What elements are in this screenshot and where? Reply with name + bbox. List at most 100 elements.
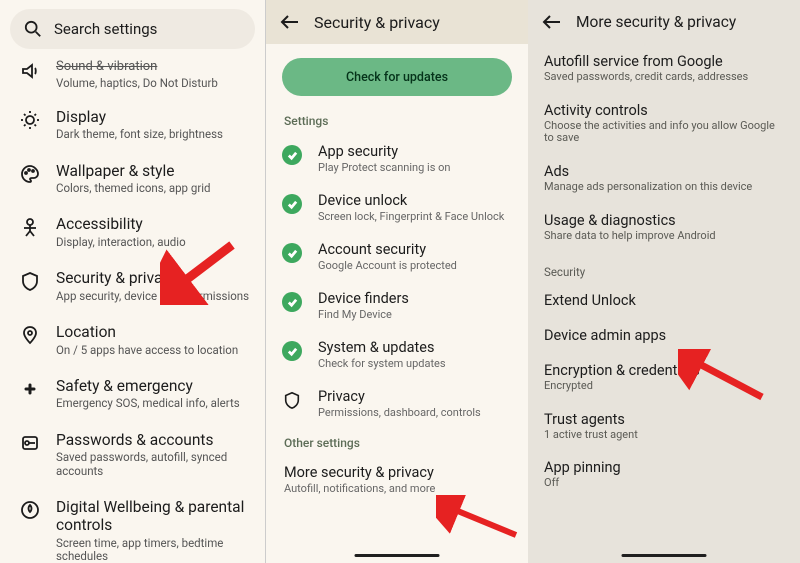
sidebar-item-display[interactable]: Display Dark theme, font size, brightnes… (0, 98, 265, 152)
item-title: Extend Unlock (544, 292, 784, 309)
location-icon (18, 323, 42, 357)
item-sub: Choose the activities and info you allow… (544, 120, 784, 145)
key-icon (18, 431, 42, 478)
item-sub: Emergency SOS, medical info, alerts (56, 397, 240, 410)
search-bar[interactable]: Search settings (10, 9, 255, 49)
item-sub: Screen lock, Fingerprint & Face Unlock (318, 210, 504, 223)
setting-encryption[interactable]: Encryption & credentials Encrypted (528, 353, 800, 402)
setting-system-updates[interactable]: System & updatesCheck for system updates (266, 330, 528, 379)
item-title: Device unlock (318, 192, 504, 209)
sidebar-item-safety[interactable]: Safety & emergency Emergency SOS, medica… (0, 367, 265, 421)
item-sub: On / 5 apps have access to location (56, 344, 238, 357)
panel3-header: More security & privacy (528, 0, 800, 44)
item-title: App security (318, 143, 450, 160)
search-placeholder: Search settings (54, 20, 157, 38)
item-title: Location (56, 323, 238, 342)
status-ok-icon (282, 145, 302, 165)
shield-icon (18, 269, 42, 303)
setting-usage-diagnostics[interactable]: Usage & diagnostics Share data to help i… (528, 203, 800, 252)
item-sub: Find My Device (318, 308, 409, 321)
nav-pill[interactable] (355, 554, 440, 558)
item-title: Autofill service from Google (544, 53, 784, 70)
accessibility-icon (18, 215, 42, 249)
setting-account-security[interactable]: Account securityGoogle Account is protec… (266, 232, 528, 281)
setting-app-security[interactable]: App securityPlay Protect scanning is on (266, 134, 528, 183)
wellbeing-icon (18, 498, 42, 563)
item-sub: Google Account is protected (318, 259, 457, 272)
palette-icon (18, 162, 42, 196)
sidebar-item-wellbeing[interactable]: Digital Wellbeing & parental controls Sc… (0, 488, 265, 563)
item-title: System & updates (318, 339, 446, 356)
panel3-title: More security & privacy (576, 13, 736, 31)
setting-trust-agents[interactable]: Trust agents 1 active trust agent (528, 402, 800, 451)
item-sub: Screen time, app timers, bedtime schedul… (56, 537, 251, 563)
section-header-security: Security (528, 251, 800, 283)
item-title: Passwords & accounts (56, 431, 251, 450)
item-title: Activity controls (544, 102, 784, 119)
item-sub: Saved passwords, autofill, synced accoun… (56, 451, 251, 477)
item-sub: Dark theme, font size, brightness (56, 128, 223, 141)
emergency-icon (18, 377, 42, 411)
section-header-other: Other settings (266, 428, 528, 456)
status-ok-icon (282, 341, 302, 361)
sidebar-item-accessibility[interactable]: Accessibility Display, interaction, audi… (0, 205, 265, 259)
item-title: Digital Wellbeing & parental controls (56, 498, 251, 535)
more-security-panel: More security & privacy Autofill service… (528, 0, 800, 563)
item-title: Security & privacy (56, 269, 249, 288)
item-sub: App security, device lock, permissions (56, 290, 249, 303)
search-icon (24, 20, 42, 38)
section-header-settings: Settings (266, 106, 528, 134)
item-title: Device finders (318, 290, 409, 307)
brightness-icon (18, 108, 42, 142)
setting-app-pinning[interactable]: App pinning Off (528, 450, 800, 499)
setting-ads[interactable]: Ads Manage ads personalization on this d… (528, 154, 800, 203)
item-title: More security & privacy (284, 464, 510, 481)
status-ok-icon (282, 243, 302, 263)
panel2-title: Security & privacy (314, 13, 440, 32)
nav-pill[interactable] (622, 554, 707, 558)
item-sub: Volume, haptics, Do Not Disturb (56, 77, 218, 90)
back-button[interactable] (278, 11, 300, 33)
item-sub: Autofill, notifications, and more (284, 482, 510, 495)
setting-privacy[interactable]: PrivacyPermissions, dashboard, controls (266, 379, 528, 428)
item-title: Usage & diagnostics (544, 212, 784, 229)
setting-more-security[interactable]: More security & privacy Autofill, notifi… (266, 456, 528, 503)
item-sub: Manage ads personalization on this devic… (544, 181, 784, 194)
sidebar-item-security[interactable]: Security & privacy App security, device … (0, 259, 265, 313)
item-sub: Share data to help improve Android (544, 230, 784, 243)
item-sub: Play Protect scanning is on (318, 161, 450, 174)
item-title: Encryption & credentials (544, 362, 784, 379)
setting-activity-controls[interactable]: Activity controls Choose the activities … (528, 93, 800, 154)
item-title: Ads (544, 163, 784, 180)
item-sub: Colors, themed icons, app grid (56, 182, 211, 195)
item-sub: Permissions, dashboard, controls (318, 406, 481, 419)
sidebar-item-passwords[interactable]: Passwords & accounts Saved passwords, au… (0, 421, 265, 488)
item-title: Sound & vibration (56, 59, 218, 75)
shield-icon (282, 390, 302, 410)
back-button[interactable] (540, 11, 562, 33)
setting-autofill-google[interactable]: Autofill service from Google Saved passw… (528, 44, 800, 93)
setting-extend-unlock[interactable]: Extend Unlock (528, 283, 800, 318)
item-sub: Saved passwords, credit cards, addresses (544, 71, 784, 84)
item-title: Trust agents (544, 411, 784, 428)
sidebar-item-wallpaper[interactable]: Wallpaper & style Colors, themed icons, … (0, 152, 265, 206)
item-title: Accessibility (56, 215, 186, 234)
item-title: Safety & emergency (56, 377, 240, 396)
status-ok-icon (282, 194, 302, 214)
security-privacy-panel: Security & privacy Check for updates Set… (265, 0, 528, 563)
setting-device-finders[interactable]: Device findersFind My Device (266, 281, 528, 330)
status-ok-icon (282, 292, 302, 312)
settings-main-panel: Search settings Sound & vibration Volume… (0, 0, 265, 563)
item-sub: 1 active trust agent (544, 429, 784, 442)
check-updates-button[interactable]: Check for updates (282, 58, 512, 96)
item-sub: Display, interaction, audio (56, 236, 186, 249)
sidebar-item-sound[interactable]: Sound & vibration Volume, haptics, Do No… (0, 55, 265, 98)
item-title: Display (56, 108, 223, 127)
setting-device-unlock[interactable]: Device unlockScreen lock, Fingerprint & … (266, 183, 528, 232)
sidebar-item-location[interactable]: Location On / 5 apps have access to loca… (0, 313, 265, 367)
item-sub: Check for system updates (318, 357, 446, 370)
setting-device-admin-apps[interactable]: Device admin apps (528, 318, 800, 353)
item-title: Wallpaper & style (56, 162, 211, 181)
item-title: Privacy (318, 388, 481, 405)
item-sub: Encrypted (544, 380, 784, 393)
